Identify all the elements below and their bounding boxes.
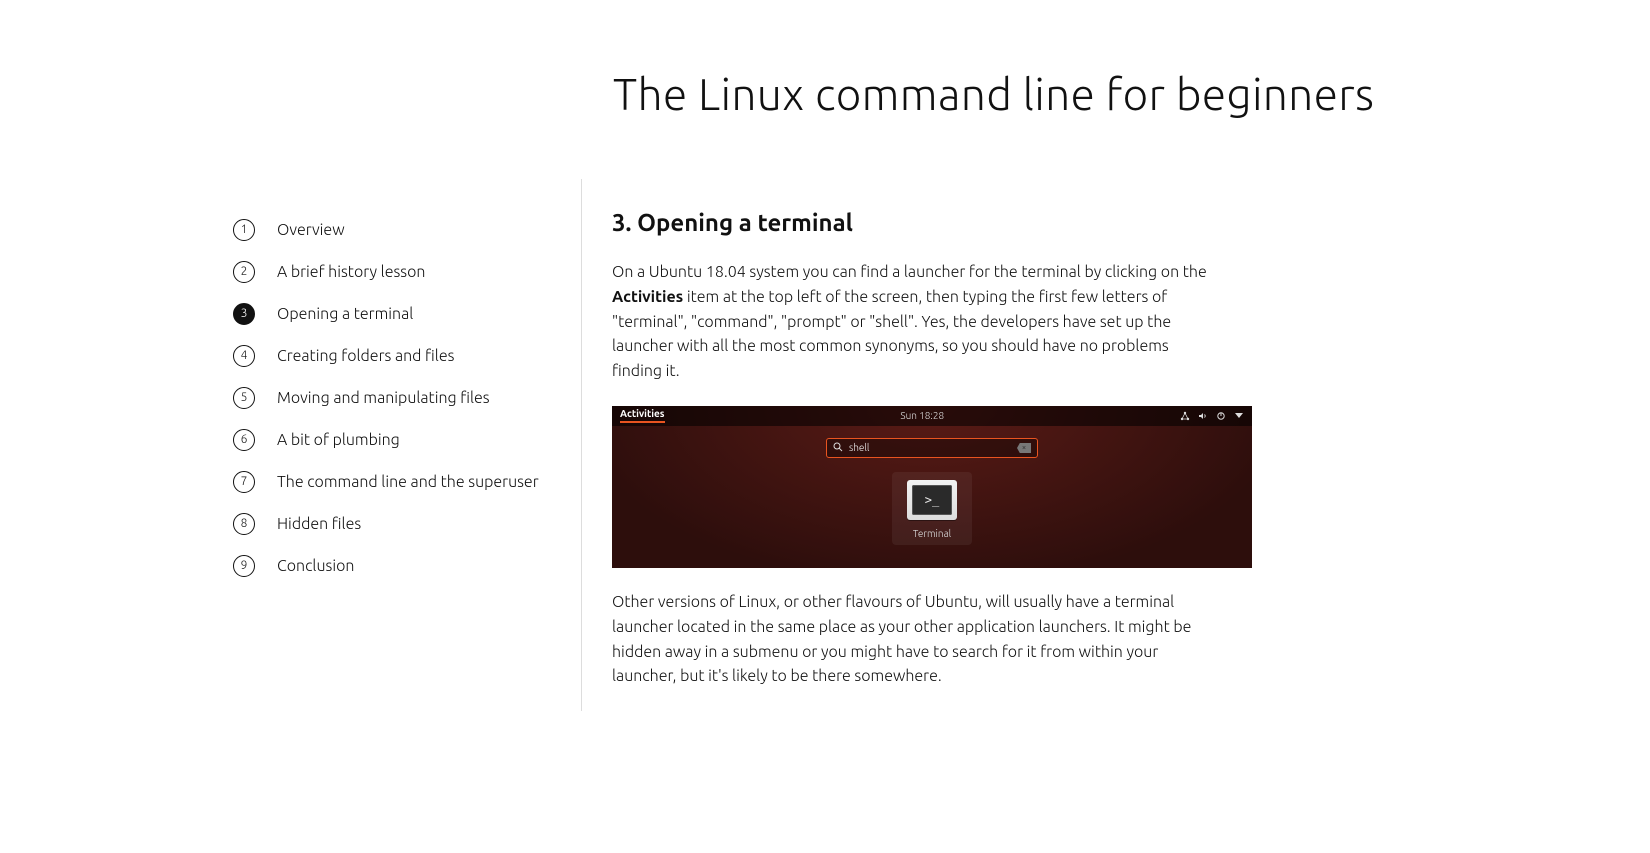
ubuntu-terminal-result: >_ Terminal <box>892 472 972 545</box>
ubuntu-terminal-label: Terminal <box>913 528 951 539</box>
step-label: Hidden files <box>277 515 361 533</box>
step-label: The command line and the superuser <box>277 473 539 491</box>
sidebar-step-9[interactable]: 9 Conclusion <box>233 545 551 587</box>
ubuntu-search-box: shell × <box>826 438 1038 458</box>
step-label: Overview <box>277 221 345 239</box>
sidebar-step-6[interactable]: 6 A bit of plumbing <box>233 419 551 461</box>
tutorial-steps-sidebar: 1 Overview 2 A brief history lesson 3 Opening… <box>225 179 582 711</box>
sidebar-step-7[interactable]: 7 The command line and the superuser <box>233 461 551 503</box>
step-label: A bit of plumbing <box>277 431 400 449</box>
step-badge: 1 <box>233 219 255 241</box>
step-label: A brief history lesson <box>277 263 425 281</box>
ubuntu-search-text: shell <box>849 442 1011 453</box>
terminal-icon-inner: >_ <box>912 485 952 515</box>
step-badge: 8 <box>233 513 255 535</box>
step-badge: 3 <box>233 303 255 325</box>
intro-paragraph-2: Other versions of Linux, or other flavou… <box>612 590 1212 689</box>
sidebar-step-4[interactable]: 4 Creating folders and files <box>233 335 551 377</box>
sidebar-step-5[interactable]: 5 Moving and manipulating files <box>233 377 551 419</box>
tutorial-content: 3. Opening a terminal On a Ubuntu 18.04 … <box>582 179 1425 711</box>
ubuntu-system-tray <box>1180 411 1244 421</box>
step-label: Opening a terminal <box>277 305 413 323</box>
step-badge: 2 <box>233 261 255 283</box>
ubuntu-activities-button: Activities <box>620 408 665 424</box>
ubuntu-topbar: Activities Sun 18:28 <box>612 406 1252 426</box>
step-label: Moving and manipulating files <box>277 389 490 407</box>
ubuntu-screenshot: Activities Sun 18:28 <box>612 406 1252 568</box>
para-text: On a Ubuntu 18.04 system you can find a … <box>612 263 1207 281</box>
para-text: item at the top left of the screen, then… <box>612 288 1171 380</box>
volume-icon <box>1198 411 1208 421</box>
intro-paragraph-1: On a Ubuntu 18.04 system you can find a … <box>612 260 1212 384</box>
step-badge: 7 <box>233 471 255 493</box>
network-icon <box>1180 411 1190 421</box>
step-badge: 9 <box>233 555 255 577</box>
step-label: Creating folders and files <box>277 347 454 365</box>
power-icon <box>1216 411 1226 421</box>
search-icon <box>833 442 843 454</box>
clear-search-icon: × <box>1017 443 1031 453</box>
ubuntu-clock: Sun 18:28 <box>900 410 944 421</box>
section-heading: 3. Opening a terminal <box>612 209 1425 236</box>
terminal-icon: >_ <box>907 480 957 520</box>
activities-bold: Activities <box>612 288 683 306</box>
sidebar-step-8[interactable]: 8 Hidden files <box>233 503 551 545</box>
sidebar-step-1[interactable]: 1 Overview <box>233 209 551 251</box>
sidebar-step-3[interactable]: 3 Opening a terminal <box>233 293 551 335</box>
step-badge: 4 <box>233 345 255 367</box>
step-label: Conclusion <box>277 557 354 575</box>
step-badge: 5 <box>233 387 255 409</box>
page-title: The Linux command line for beginners <box>613 70 1425 119</box>
step-badge: 6 <box>233 429 255 451</box>
chevron-down-icon <box>1234 411 1244 421</box>
sidebar-step-2[interactable]: 2 A brief history lesson <box>233 251 551 293</box>
